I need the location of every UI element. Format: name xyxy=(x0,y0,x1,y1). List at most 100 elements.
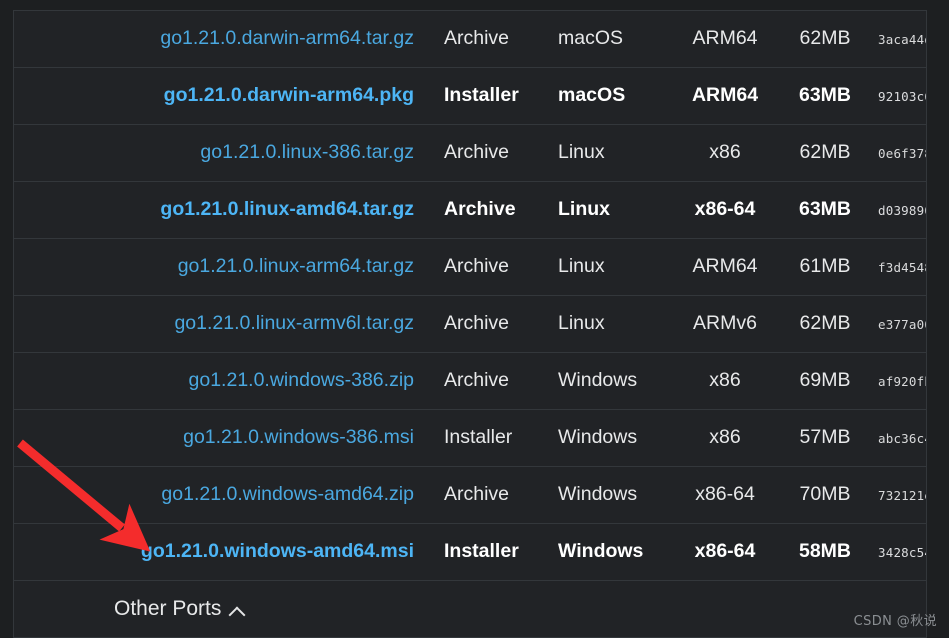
size-label: 62MB xyxy=(799,312,851,335)
kind-label: Archive xyxy=(444,141,510,164)
kind-label: Archive xyxy=(444,369,510,392)
cell-size: 70MB xyxy=(780,466,870,524)
kind-label: Archive xyxy=(444,255,510,278)
table-row[interactable]: go1.21.0.windows-amd64.zip Archive Windo… xyxy=(13,466,927,524)
cell-arch: x86-64 xyxy=(670,181,780,239)
cell-size: 62MB xyxy=(780,10,870,68)
cell-filename: go1.21.0.darwin-arm64.pkg xyxy=(13,67,436,125)
cell-kind: Archive xyxy=(436,181,548,239)
cell-arch: x86 xyxy=(670,352,780,410)
size-label: 63MB xyxy=(798,84,852,107)
arch-label: x86-64 xyxy=(694,198,756,221)
cell-os: Windows xyxy=(548,523,670,581)
size-label: 57MB xyxy=(799,426,851,449)
page-background: go1.21.0.darwin-arm64.tar.gz Archive mac… xyxy=(0,0,949,638)
table-row[interactable]: go1.21.0.linux-armv6l.tar.gz Archive Lin… xyxy=(13,295,927,353)
arch-label: ARM64 xyxy=(692,255,758,278)
os-label: Windows xyxy=(558,540,644,563)
checksum-value: 0e6f378d xyxy=(878,145,926,161)
cell-kind: Installer xyxy=(436,409,548,467)
arch-label: x86 xyxy=(709,426,741,449)
table-row[interactable]: go1.21.0.linux-386.tar.gz Archive Linux … xyxy=(13,124,927,182)
cell-arch: x86 xyxy=(670,124,780,182)
kind-label: Installer xyxy=(444,540,519,563)
table-row[interactable]: go1.21.0.darwin-arm64.tar.gz Archive mac… xyxy=(13,10,927,68)
os-label: macOS xyxy=(558,27,624,50)
checksum-value: af920fbb xyxy=(878,373,926,389)
size-label: 70MB xyxy=(799,483,851,506)
cell-filename: go1.21.0.linux-amd64.tar.gz xyxy=(13,181,436,239)
download-link[interactable]: go1.21.0.windows-386.msi xyxy=(14,426,436,449)
other-ports-cell[interactable]: Other Ports xyxy=(13,580,927,638)
other-ports-label: Other Ports xyxy=(114,597,222,621)
table-row[interactable]: go1.21.0.darwin-arm64.pkg Installer macO… xyxy=(13,67,927,125)
cell-arch: x86 xyxy=(670,409,780,467)
size-label: 63MB xyxy=(798,198,852,221)
download-link[interactable]: go1.21.0.linux-arm64.tar.gz xyxy=(14,255,436,278)
download-link[interactable]: go1.21.0.linux-armv6l.tar.gz xyxy=(14,312,436,335)
downloads-table: go1.21.0.darwin-arm64.tar.gz Archive mac… xyxy=(13,10,927,638)
cell-arch: ARM64 xyxy=(670,238,780,296)
table-row[interactable]: go1.21.0.windows-amd64.msi Installer Win… xyxy=(13,523,927,581)
cell-filename: go1.21.0.linux-armv6l.tar.gz xyxy=(13,295,436,353)
checksum-value: 3428c547 xyxy=(878,544,926,560)
cell-filename: go1.21.0.windows-386.zip xyxy=(13,352,436,410)
cell-checksum: af920fbb xyxy=(870,352,927,410)
download-link[interactable]: go1.21.0.windows-386.zip xyxy=(14,369,436,392)
cell-arch: ARM64 xyxy=(670,10,780,68)
checksum-value: e377a000 xyxy=(878,316,926,332)
chevron-up-icon[interactable] xyxy=(230,605,245,620)
cell-filename: go1.21.0.windows-amd64.zip xyxy=(13,466,436,524)
cell-kind: Installer xyxy=(436,67,548,125)
other-ports-toggle[interactable]: Other Ports xyxy=(15,596,926,621)
cell-size: 61MB xyxy=(780,238,870,296)
arch-label: x86-64 xyxy=(694,540,756,563)
kind-label: Archive xyxy=(444,198,516,221)
cell-os: Linux xyxy=(548,295,670,353)
download-link[interactable]: go1.21.0.windows-amd64.zip xyxy=(14,483,436,506)
cell-kind: Archive xyxy=(436,466,548,524)
table-row[interactable]: go1.21.0.linux-amd64.tar.gz Archive Linu… xyxy=(13,181,927,239)
checksum-value: f3d4548e xyxy=(878,259,926,275)
downloads-table-body: go1.21.0.darwin-arm64.tar.gz Archive mac… xyxy=(13,10,927,638)
download-link[interactable]: go1.21.0.darwin-arm64.tar.gz xyxy=(14,27,436,50)
checksum-value: 3aca44de xyxy=(878,31,926,47)
arch-label: ARM64 xyxy=(692,27,758,50)
arch-label: x86 xyxy=(709,369,741,392)
cell-arch: x86-64 xyxy=(670,466,780,524)
cell-kind: Archive xyxy=(436,10,548,68)
size-label: 58MB xyxy=(798,540,852,563)
table-row[interactable]: go1.21.0.windows-386.zip Archive Windows… xyxy=(13,352,927,410)
download-link[interactable]: go1.21.0.linux-amd64.tar.gz xyxy=(14,198,436,221)
cell-checksum: 92103c69 xyxy=(870,67,927,125)
size-label: 62MB xyxy=(799,141,851,164)
cell-arch: ARM64 xyxy=(670,67,780,125)
cell-os: Linux xyxy=(548,238,670,296)
table-row[interactable]: go1.21.0.windows-386.msi Installer Windo… xyxy=(13,409,927,467)
os-label: Windows xyxy=(558,426,638,449)
checksum-value: abc36c47 xyxy=(878,430,926,446)
os-label: macOS xyxy=(558,84,626,107)
cell-checksum: 732121e6 xyxy=(870,466,927,524)
download-link[interactable]: go1.21.0.linux-386.tar.gz xyxy=(14,141,436,164)
cell-size: 57MB xyxy=(780,409,870,467)
kind-label: Installer xyxy=(444,84,519,107)
cell-size: 63MB xyxy=(780,181,870,239)
size-label: 62MB xyxy=(799,27,851,50)
cell-filename: go1.21.0.linux-386.tar.gz xyxy=(13,124,436,182)
cell-os: Windows xyxy=(548,352,670,410)
cell-size: 62MB xyxy=(780,295,870,353)
download-link[interactable]: go1.21.0.darwin-arm64.pkg xyxy=(14,84,436,107)
arch-label: ARM64 xyxy=(691,84,759,107)
download-link[interactable]: go1.21.0.windows-amd64.msi xyxy=(14,540,436,563)
cell-checksum: f3d4548e xyxy=(870,238,927,296)
kind-label: Installer xyxy=(444,426,513,449)
arch-label: x86 xyxy=(709,141,741,164)
other-ports-row[interactable]: Other Ports xyxy=(13,580,927,638)
cell-size: 63MB xyxy=(780,67,870,125)
table-row[interactable]: go1.21.0.linux-arm64.tar.gz Archive Linu… xyxy=(13,238,927,296)
cell-kind: Installer xyxy=(436,523,548,581)
kind-label: Archive xyxy=(444,483,510,506)
cell-checksum: 0e6f378d xyxy=(870,124,927,182)
cell-size: 58MB xyxy=(780,523,870,581)
